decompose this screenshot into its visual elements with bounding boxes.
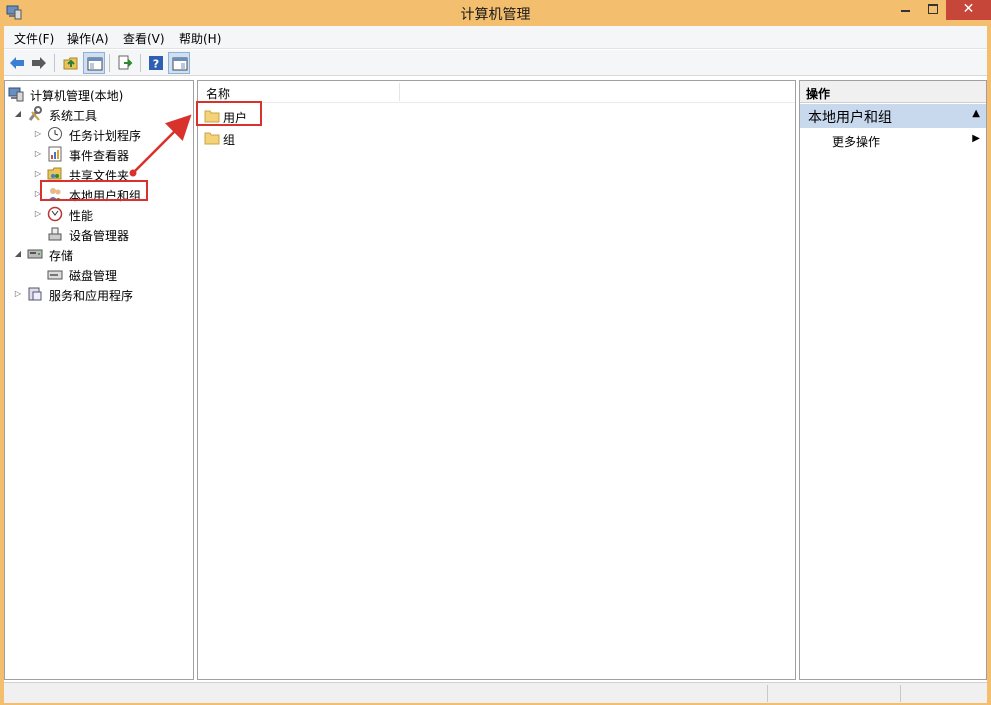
tools-icon	[27, 106, 43, 122]
status-segment	[900, 685, 987, 702]
computer-management-icon	[8, 86, 24, 102]
back-button[interactable]	[6, 52, 28, 74]
forward-arrow-icon	[32, 57, 46, 69]
action-section-label: 本地用户和组	[808, 110, 892, 126]
toolbar-separator	[140, 54, 141, 72]
clock-icon	[47, 126, 63, 142]
expand-toggle-icon[interactable]: ▷	[33, 148, 43, 160]
action-section-local-users-groups[interactable]: 本地用户和组 ▲	[800, 104, 986, 128]
status-segment	[767, 685, 900, 702]
action-pane: 操作 本地用户和组 ▲ 更多操作 ▶	[799, 80, 987, 680]
tree-item-label: 磁盘管理	[69, 269, 118, 283]
menu-view[interactable]: 查看(V)	[123, 30, 165, 47]
toolbar-separator	[109, 54, 110, 72]
menu-help[interactable]: 帮助(H)	[179, 30, 221, 47]
tree-item-label: 设备管理器	[69, 229, 130, 243]
show-hide-console-tree-button[interactable]	[83, 52, 105, 74]
close-button[interactable]: ✕	[946, 0, 991, 20]
action-item-label: 更多操作	[832, 135, 881, 149]
up-one-level-button[interactable]	[60, 52, 82, 74]
menu-action[interactable]: 操作(A)	[67, 30, 109, 47]
tree-item-label: 性能	[69, 209, 94, 223]
tree-item-services-applications[interactable]: ▷ 服务和应用程序	[13, 284, 188, 304]
tree-item-event-viewer[interactable]: ▷ 事件查看器	[33, 144, 188, 164]
services-icon	[27, 286, 43, 302]
tree-item-disk-management[interactable]: 磁盘管理	[33, 264, 188, 284]
folder-icon	[204, 131, 220, 145]
column-header-name[interactable]: 名称	[206, 85, 230, 102]
tree-item-label: 任务计划程序	[69, 129, 142, 143]
show-hide-action-pane-button[interactable]	[168, 52, 190, 74]
menu-bar: 文件(F) 操作(A) 查看(V) 帮助(H)	[4, 26, 987, 49]
list-item-label: 组	[223, 133, 236, 147]
annotation-highlight-box	[40, 180, 148, 201]
column-separator[interactable]	[399, 83, 400, 101]
expand-toggle-icon[interactable]: ▷	[33, 168, 43, 180]
result-list[interactable]: 名称 用户 组	[197, 80, 796, 680]
performance-icon	[47, 206, 63, 222]
export-list-icon	[118, 55, 133, 70]
menu-file[interactable]: 文件(F)	[14, 30, 54, 47]
window-title: 计算机管理	[460, 7, 531, 23]
collapse-up-icon[interactable]: ▲	[972, 108, 980, 119]
console-tree[interactable]: 计算机管理(本地) ◢ 系统工具 ▷ 任务计划程序 ▷ 事件查看器 ▷ 共享文件…	[4, 80, 194, 680]
tree-item-device-manager[interactable]: 设备管理器	[33, 224, 188, 244]
help-icon: ?	[149, 56, 163, 71]
forward-button[interactable]	[28, 52, 50, 74]
tree-item-label: 服务和应用程序	[49, 289, 134, 303]
status-bar	[4, 682, 987, 703]
show-hide-action-pane-icon	[172, 57, 188, 71]
help-button[interactable]: ?	[145, 52, 167, 74]
tree-item-performance[interactable]: ▷ 性能	[33, 204, 188, 224]
toolbar-separator	[54, 54, 55, 72]
export-list-button[interactable]	[114, 52, 136, 74]
tree-item-storage[interactable]: ◢ 存储	[13, 244, 188, 264]
collapse-toggle-icon[interactable]: ◢	[13, 108, 23, 120]
svg-text:?: ?	[153, 58, 159, 71]
tree-item-task-scheduler[interactable]: ▷ 任务计划程序	[33, 124, 188, 144]
expand-toggle-icon[interactable]: ▷	[13, 288, 23, 300]
action-pane-header: 操作	[800, 81, 986, 103]
submenu-arrow-icon: ▶	[972, 133, 980, 144]
close-icon: ✕	[962, 1, 975, 17]
list-item-groups[interactable]: 组	[204, 128, 404, 148]
device-manager-icon	[47, 226, 63, 242]
expand-toggle-icon[interactable]: ▷	[33, 208, 43, 220]
toolbar: ?	[4, 50, 987, 76]
annotation-highlight-box	[196, 101, 262, 126]
tree-item-label: 存储	[49, 249, 74, 263]
tree-item-label: 系统工具	[49, 109, 98, 123]
tree-item-computer-management-local[interactable]: 计算机管理(本地)	[8, 84, 188, 104]
tree-item-system-tools[interactable]: ◢ 系统工具	[13, 104, 188, 124]
back-arrow-icon	[10, 57, 24, 69]
maximize-button[interactable]	[920, 0, 946, 20]
title-bar[interactable]: 计算机管理 ✕	[0, 0, 991, 24]
storage-icon	[27, 246, 43, 262]
tree-item-label: 计算机管理(本地)	[30, 89, 124, 103]
action-item-more-actions[interactable]: 更多操作 ▶	[800, 130, 986, 150]
list-header: 名称	[198, 81, 795, 103]
up-folder-icon	[63, 57, 78, 70]
action-pane-title: 操作	[806, 87, 831, 101]
expand-toggle-icon[interactable]: ▷	[33, 128, 43, 140]
show-hide-tree-icon	[87, 57, 103, 71]
minimize-button[interactable]	[890, 0, 920, 20]
disk-icon	[47, 266, 63, 282]
window-frame: 文件(F) 操作(A) 查看(V) 帮助(H) ? 计算机管理(本地) ◢ 系统…	[4, 26, 987, 703]
event-viewer-icon	[47, 146, 63, 162]
collapse-toggle-icon[interactable]: ◢	[13, 248, 23, 260]
tree-item-label: 事件查看器	[69, 149, 130, 163]
